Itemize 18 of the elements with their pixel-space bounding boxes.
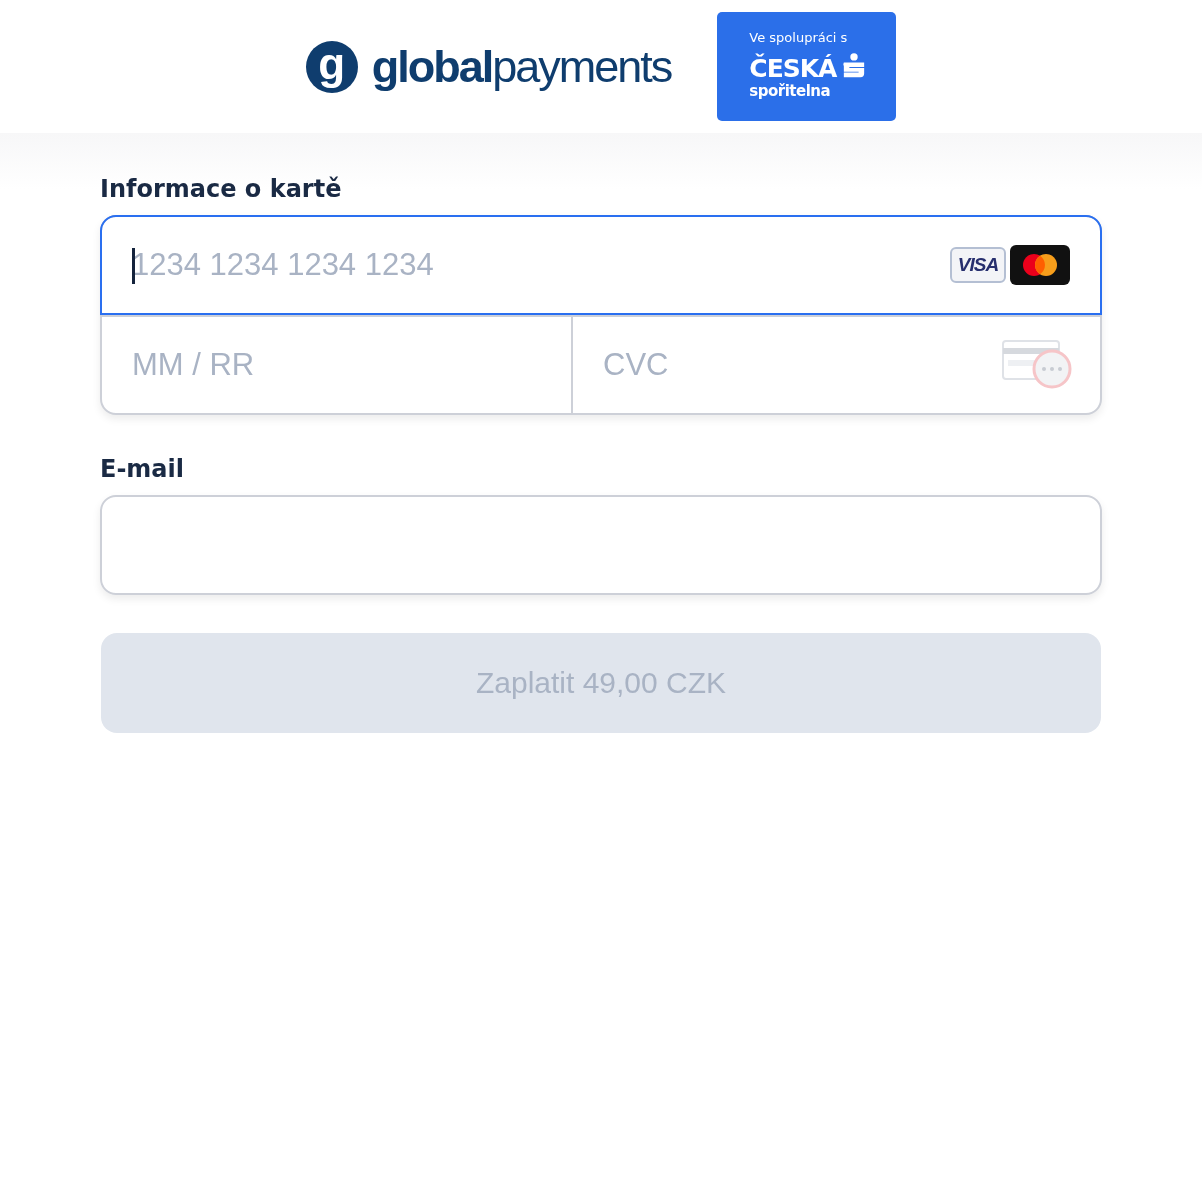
email-field[interactable] [100,495,1102,595]
expiry-input[interactable]: MM / RR [132,347,545,383]
visa-logo: VISA [950,247,1006,283]
card-cvc-icon [1002,340,1074,390]
bank-name: spořitelna [749,83,832,99]
cvc-field[interactable]: CVC [573,317,1100,413]
card-number-input[interactable]: 1234 1234 1234 1234 [132,247,950,283]
mastercard-logo-icon [1010,245,1070,285]
brand-name: globalpayments [371,40,672,93]
expiry-field[interactable]: MM / RR [102,317,573,413]
text-cursor [132,248,135,284]
card-number-field[interactable]: 1234 1234 1234 1234 VISA [100,215,1102,315]
bank-name: ČESKÁ [749,54,837,82]
field-label: E-mail [100,455,185,483]
brand-logo-icon: g [305,40,358,93]
partner-caption: Ve spolupráci s [749,30,849,45]
field-label: Informace o kartě [100,175,343,203]
cvc-input[interactable]: CVC [603,347,1002,383]
